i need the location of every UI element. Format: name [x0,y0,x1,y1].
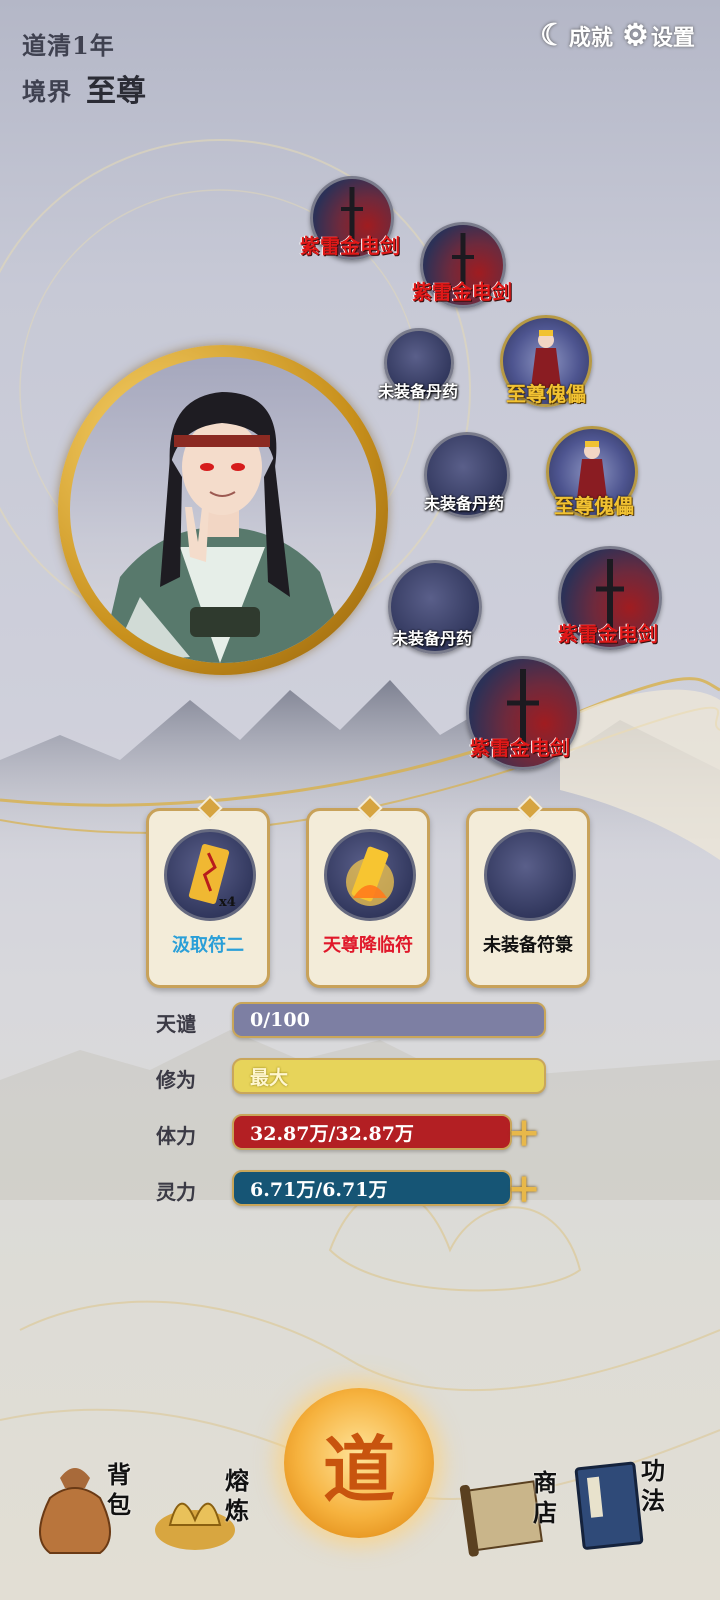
equip-slot-6-label: 至尊傀儡 [554,494,634,518]
settings-label: 设置 [650,24,695,51]
stat-label-tili: 体力 [156,1124,196,1148]
add-lingli-button[interactable]: + [496,1165,552,1212]
realm-label: 境界 [22,77,72,106]
equip-slot-7-label: 未装备丹药 [391,629,473,648]
stat-label-tianjie: 天谴 [156,1012,196,1036]
achievements-button[interactable]: ☾ 成就 [540,18,613,53]
talisman-slot-3-name: 未装备符箓 [483,935,573,956]
nav-skills-label: 功法 [641,1456,665,1515]
book-icon [574,1461,644,1550]
stat-value-xiuwei: 最大 [250,1066,289,1089]
dao-label: 道 [322,1426,395,1512]
stat-bar-lingli: 6.71万/6.71万 [232,1170,512,1206]
stat-bar-tili: 32.87万/32.87万 [232,1114,512,1150]
stat-value-tili: 32.87万/32.87万 [250,1122,414,1145]
nav-skills[interactable]: 功法 [562,1456,682,1576]
stat-label-lingli: 灵力 [156,1180,196,1204]
nav-forge[interactable]: 熔炼 [150,1466,260,1570]
equip-slot-5-label: 未装备丹药 [423,494,505,513]
talisman-slot-3-icon-frame [484,829,576,921]
talisman-slot-2-name: 天尊降临符 [323,935,413,956]
talisman-slot-1-icon-frame [164,829,256,921]
talisman-slot-1-count: x4 [219,895,236,910]
talisman-slot-2[interactable]: 天尊降临符 [306,795,430,988]
stat-bar-tianjie: 0/100 [232,1002,546,1038]
talisman-slot-3[interactable]: 未装备符箓 [466,795,590,988]
nav-forge-label: 熔炼 [225,1466,249,1525]
stat-value-tianjie: 0/100 [250,1009,310,1031]
fire-talisman-icon [346,846,394,906]
character-avatar [100,392,350,663]
talisman-slot-2-icon-frame [324,829,416,921]
add-tili-button[interactable]: + [496,1109,552,1156]
equip-slot-2-label: 紫雷金电剑 [412,280,512,304]
dao-year: 道清1年 [22,31,115,60]
equip-slot-1-label: 紫雷金电剑 [300,234,400,258]
dao-button[interactable]: 道 [284,1388,434,1538]
nav-bag-label: 背包 [107,1460,131,1519]
stat-value-lingli: 6.71万/6.71万 [250,1178,388,1201]
equip-slot-8-label: 紫雷金电剑 [558,622,658,646]
equip-slot-4-label: 至尊傀儡 [506,382,586,406]
character-portrait-frame[interactable] [58,345,388,675]
nav-bag[interactable]: 背包 [30,1458,140,1568]
nav-shop[interactable]: 商店 [458,1466,568,1576]
achievements-label: 成就 [568,24,613,51]
character-portrait [70,357,376,663]
stat-bar-xiuwei: 最大 [232,1058,546,1094]
plus-icon: + [507,1108,541,1156]
scroll-talisman-icon [188,844,230,904]
talisman-slot-1-name: 汲取符二 [172,935,244,956]
realm-value: 至尊 [86,74,146,109]
stat-label-xiuwei: 修为 [156,1068,196,1092]
settings-button[interactable]: ⚙ 设置 [622,18,695,53]
equip-slot-9-label: 紫雷金电剑 [470,736,570,760]
moon-star-icon: ☾ [540,18,567,53]
equip-slot-3-label: 未装备丹药 [377,382,459,401]
nav-shop-label: 商店 [533,1468,557,1527]
talisman-slot-1[interactable]: x4 汲取符二 [146,795,270,988]
plus-icon: + [507,1164,541,1212]
gear-icon: ⚙ [622,18,649,53]
